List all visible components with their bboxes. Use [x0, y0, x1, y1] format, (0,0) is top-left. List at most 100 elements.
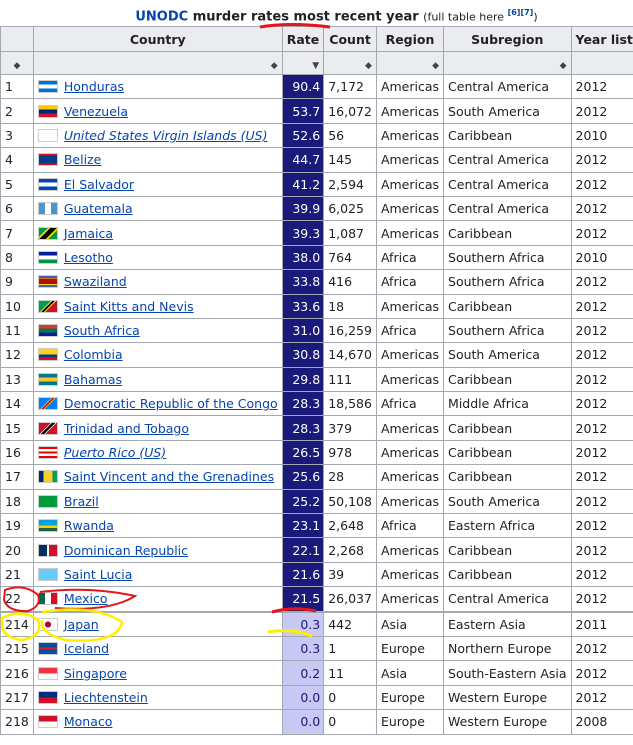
rank-cell: 3: [0, 122, 34, 149]
count-cell: 6,025: [323, 195, 377, 222]
country-cell: Mexico: [32, 586, 283, 613]
flag-kn-icon[interactable]: [37, 299, 58, 313]
flag-rw-icon[interactable]: [37, 519, 58, 533]
country-link[interactable]: Lesotho: [64, 250, 113, 265]
country-link[interactable]: South Africa: [64, 323, 140, 338]
country-link[interactable]: Honduras: [64, 79, 124, 94]
rate-cell: 53.7: [281, 98, 325, 124]
subregion-cell: Caribbean: [443, 439, 572, 466]
rank-cell: 1: [0, 73, 34, 100]
country-link[interactable]: Japan: [64, 617, 99, 632]
sort-rank-button[interactable]: ◆: [0, 51, 34, 75]
flag-jp-icon[interactable]: [37, 617, 58, 631]
table-row: 20 Dominican Republic 22.1 2,268 Americas Car…: [0, 537, 633, 563]
rate-cell: 23.1: [281, 513, 325, 539]
flag-sz-icon[interactable]: [37, 275, 58, 289]
flag-sv-icon[interactable]: [37, 177, 58, 191]
country-link[interactable]: Bahamas: [64, 372, 122, 387]
flag-tt-icon[interactable]: [37, 421, 58, 435]
flag-do-icon[interactable]: [37, 543, 58, 557]
region-cell: Americas: [375, 439, 445, 466]
sort-region-button[interactable]: ◆: [375, 51, 445, 75]
country-link[interactable]: Belize: [64, 152, 101, 167]
flag-za-icon[interactable]: [37, 324, 58, 338]
flag-is-icon[interactable]: [37, 642, 58, 656]
unodc-link[interactable]: UNODC: [135, 9, 188, 24]
sort-country-button[interactable]: ◆: [32, 51, 283, 75]
flag-bz-icon[interactable]: [37, 153, 58, 167]
count-cell: 18: [323, 293, 377, 319]
sort-rate-button[interactable]: ▼: [281, 51, 325, 75]
flag-hn-icon[interactable]: [37, 80, 58, 94]
flag-co-icon[interactable]: [37, 348, 58, 362]
region-cell: Americas: [375, 488, 445, 515]
country-link[interactable]: El Salvador: [64, 177, 134, 192]
country-link[interactable]: Dominican Republic: [64, 543, 188, 558]
count-cell: 0: [323, 684, 377, 711]
flag-br-icon[interactable]: [37, 494, 58, 508]
country-link[interactable]: Saint Lucia: [64, 567, 133, 582]
subregion-cell: Eastern Africa: [443, 513, 572, 539]
country-link[interactable]: Singapore: [64, 666, 127, 681]
flag-vi-icon[interactable]: [37, 128, 58, 142]
region-cell: Asia: [375, 660, 445, 686]
flag-ls-icon[interactable]: [37, 250, 58, 264]
count-cell: 764: [323, 244, 377, 271]
country-link[interactable]: United States Virgin Islands (US): [64, 128, 268, 143]
flag-sg-icon[interactable]: [37, 666, 58, 680]
flag-ve-icon[interactable]: [37, 104, 58, 118]
header-country[interactable]: Country: [32, 26, 283, 52]
country-link[interactable]: Venezuela: [64, 104, 128, 119]
table-row: 12 Colombia 30.8 14,670 Americas South Americ…: [0, 342, 633, 368]
sort-subregion-button[interactable]: ◆: [443, 51, 572, 75]
country-link[interactable]: Saint Vincent and the Grenadines: [64, 469, 274, 484]
count-cell: 56: [323, 122, 377, 149]
flag-bs-icon[interactable]: [37, 372, 58, 386]
region-cell: Africa: [375, 317, 445, 344]
header-region[interactable]: Region: [375, 26, 445, 52]
flag-jm-icon[interactable]: [37, 226, 58, 240]
sort-year-button[interactable]: ◆: [570, 51, 633, 75]
caption-refs[interactable]: [6][7]: [508, 8, 534, 17]
flag-gt-icon[interactable]: [37, 202, 58, 216]
count-cell: 50,108: [323, 488, 377, 515]
region-cell: Americas: [375, 293, 445, 319]
country-cell: Saint Lucia: [32, 561, 283, 588]
flag-vc-icon[interactable]: [37, 470, 58, 484]
flag-cd-icon[interactable]: [37, 397, 58, 411]
country-link[interactable]: Mexico: [64, 591, 108, 606]
country-link[interactable]: Monaco: [64, 714, 113, 729]
country-link[interactable]: Puerto Rico (US): [64, 445, 166, 460]
country-link[interactable]: Colombia: [64, 347, 123, 362]
header-count[interactable]: Count: [323, 26, 377, 52]
header-subregion[interactable]: Subregion: [443, 26, 572, 52]
flag-li-icon[interactable]: [37, 690, 58, 704]
country-cell: Rwanda: [32, 513, 283, 539]
flag-mc-icon[interactable]: [37, 715, 58, 729]
rank-cell: 2: [0, 98, 34, 124]
country-link[interactable]: Trinidad and Tobago: [64, 421, 189, 436]
country-link[interactable]: Guatemala: [64, 201, 133, 216]
subregion-cell: Caribbean: [443, 293, 572, 319]
flag-pr-icon[interactable]: [37, 446, 58, 460]
header-year[interactable]: Year listed: [570, 26, 633, 52]
rate-cell: 52.6: [281, 122, 325, 149]
country-link[interactable]: Rwanda: [64, 518, 114, 533]
flag-lc-icon[interactable]: [37, 568, 58, 581]
country-link[interactable]: Liechtenstein: [64, 690, 148, 705]
country-link[interactable]: Jamaica: [64, 226, 113, 241]
sort-count-button[interactable]: ◆: [323, 51, 377, 75]
region-cell: Americas: [375, 98, 445, 124]
country-link[interactable]: Iceland: [64, 641, 109, 656]
country-link[interactable]: Swaziland: [64, 274, 127, 289]
header-rate[interactable]: Rate: [281, 26, 325, 52]
country-link[interactable]: Brazil: [64, 494, 99, 509]
country-cell: South Africa: [32, 317, 283, 344]
country-link[interactable]: Saint Kitts and Nevis: [64, 299, 194, 314]
subregion-cell: South-Eastern Asia: [443, 660, 572, 686]
subregion-cell: Southern Africa: [443, 244, 572, 271]
country-link[interactable]: Democratic Republic of the Congo: [64, 396, 278, 411]
region-cell: Americas: [375, 147, 445, 173]
flag-mx-icon[interactable]: [37, 592, 58, 606]
subregion-cell: Caribbean: [443, 464, 572, 490]
